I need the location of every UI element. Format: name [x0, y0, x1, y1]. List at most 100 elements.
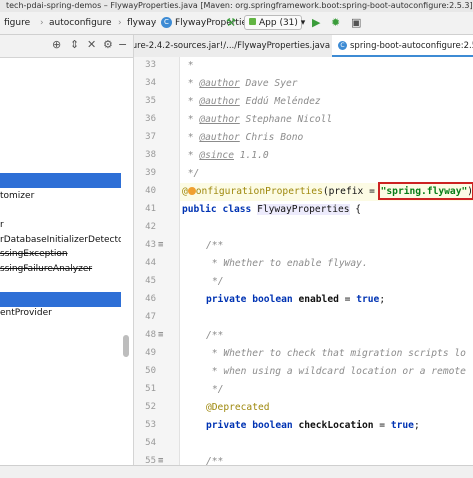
- tree-item-selected-2[interactable]: [0, 292, 121, 307]
- code-line-36: * @author Stephane Nicoll: [182, 111, 332, 129]
- code-line-40: @ onfigurationProperties(prefix = "spring…: [180, 182, 473, 201]
- warning-bulb-icon[interactable]: [187, 187, 196, 195]
- code-line-39: */: [182, 168, 200, 179]
- breadcrumb-module[interactable]: figure: [4, 12, 30, 34]
- editor-gutter: 33 34 35 36 37 38 39 40 41 42 43 ≡ 44 45…: [134, 57, 180, 466]
- doc-star: *: [182, 132, 200, 143]
- code-line-41: public class FlywayProperties {: [182, 201, 361, 219]
- author-name: Stephane Nicoll: [245, 114, 333, 125]
- annotation-name: onfigurationProperties: [195, 186, 323, 197]
- tree-item-missing-failure-analyzer[interactable]: ssingFailureAnalyzer: [0, 262, 121, 277]
- code-line-53: private boolean checkLocation = true;: [206, 420, 420, 431]
- line-number: 35: [145, 96, 156, 106]
- app-config-icon: [249, 18, 256, 25]
- collapse-all-icon[interactable]: ⇕: [70, 38, 79, 51]
- keyword-true: true: [356, 294, 380, 305]
- field-check-location: checkLocation: [298, 420, 374, 431]
- line-number: 41: [145, 204, 156, 214]
- code-line-51: */: [212, 384, 224, 395]
- line-number: 52: [145, 402, 156, 412]
- breadcrumb-separator: ›: [40, 18, 44, 28]
- tab-flyway-properties-sources[interactable]: igure-2.4.2-sources.jar!/.../FlywayPrope…: [134, 35, 341, 57]
- doc-star: *: [182, 78, 200, 89]
- line-number: 33: [145, 60, 156, 70]
- keyword-public: public: [182, 204, 217, 215]
- open-brace: {: [349, 204, 362, 215]
- build-hammer-icon[interactable]: ⚒: [226, 12, 236, 34]
- line-number: 39: [145, 168, 156, 178]
- window-title: tech-pdai-spring-demos – FlywayPropertie…: [6, 1, 473, 10]
- tab-spring-boot-autoconfigure[interactable]: Cspring-boot-autoconfigure:2.5.3: [332, 35, 473, 57]
- fold-marker-icon[interactable]: ≡: [158, 330, 163, 340]
- breadcrumb-flyway[interactable]: flyway: [127, 12, 156, 34]
- doc-star: *: [182, 114, 200, 125]
- keyword-boolean: boolean: [252, 420, 293, 431]
- settings-gear-icon[interactable]: ⚙: [103, 38, 113, 51]
- line-number: 48: [145, 330, 156, 340]
- locate-file-icon[interactable]: ⊕: [52, 38, 61, 51]
- class-icon: C: [161, 17, 172, 28]
- line-number: 47: [145, 312, 156, 322]
- tree-item-missing-exception[interactable]: ssingException: [0, 247, 121, 262]
- tree-item-selected[interactable]: [0, 173, 121, 188]
- expand-icon[interactable]: ✕: [87, 38, 96, 51]
- line-number: 42: [145, 222, 156, 232]
- class-name: FlywayProperties: [257, 204, 350, 215]
- tree-item-environment-provider[interactable]: entProvider: [0, 306, 121, 321]
- keyword-private: private: [206, 420, 247, 431]
- keyword-private: private: [206, 294, 247, 305]
- author-tag: @author: [199, 96, 240, 107]
- annotation-prefix: (prefix =: [322, 186, 381, 197]
- breadcrumb-class[interactable]: FlywayProperties: [175, 12, 252, 34]
- prefix-highlight-box: [378, 182, 473, 200]
- fold-marker-icon[interactable]: ≡: [158, 240, 163, 250]
- breadcrumb-separator: ›: [118, 18, 122, 28]
- run-configuration-label: App (31): [259, 18, 298, 28]
- code-line-34: * @author Dave Syer: [182, 75, 298, 93]
- line-number: 37: [145, 132, 156, 142]
- run-configuration-selector[interactable]: App (31) ▾: [244, 15, 305, 30]
- code-line-48: /**: [206, 330, 224, 341]
- line-number: 34: [145, 78, 156, 88]
- code-line-43: /**: [206, 240, 224, 251]
- since-value: 1.1.0: [239, 150, 269, 161]
- tab-label: spring-boot-autoconfigure:2.5.3: [350, 41, 473, 51]
- line-number: 51: [145, 384, 156, 394]
- since-tag: @since: [199, 150, 234, 161]
- line-number: 54: [145, 438, 156, 448]
- run-icon[interactable]: ▶: [312, 12, 320, 34]
- annotation-at: @: [182, 186, 188, 197]
- line-number: 38: [145, 150, 156, 160]
- code-line-55: /**: [206, 456, 224, 465]
- line-number: 36: [145, 114, 156, 124]
- tree-item-database-initializer-detector[interactable]: rDatabaseInitializerDetector: [0, 233, 121, 248]
- status-bar: [0, 465, 473, 478]
- tree-item-customizer[interactable]: tomizer: [0, 189, 121, 204]
- keyword-boolean: boolean: [252, 294, 293, 305]
- author-name: Chris Bono: [245, 132, 304, 143]
- hide-panel-icon[interactable]: −: [118, 38, 127, 51]
- breadcrumb-separator: ›: [153, 18, 157, 28]
- line-number: 53: [145, 420, 156, 430]
- author-tag: @author: [199, 132, 240, 143]
- project-sidebar: ⊕ ⇕ ✕ ⚙ − tomizer r rDatabaseInitializer…: [0, 35, 134, 465]
- code-line-46: private boolean enabled = true;: [206, 294, 386, 305]
- line-number: 40: [145, 186, 156, 196]
- sidebar-scrollbar[interactable]: [123, 335, 129, 357]
- code-line-35: * @author Eddú Meléndez: [182, 93, 321, 111]
- code-line-49: * Whether to check that migration script…: [206, 348, 466, 359]
- tab-label: igure-2.4.2-sources.jar!/.../FlywayPrope…: [134, 41, 331, 51]
- doc-star: *: [182, 96, 200, 107]
- tree-item-r[interactable]: r: [0, 218, 121, 233]
- doc-star: *: [182, 150, 200, 161]
- coverage-icon[interactable]: ▣: [351, 12, 361, 34]
- debug-icon[interactable]: ✹: [331, 12, 340, 34]
- author-tag: @author: [199, 78, 240, 89]
- code-line-38: * @since 1.1.0: [182, 147, 269, 165]
- line-number: 44: [145, 258, 156, 268]
- code-line-33: *: [182, 60, 194, 71]
- code-editor[interactable]: * * @author Dave Syer * @author Eddú Mel…: [180, 57, 473, 465]
- breadcrumb-autoconfigure[interactable]: autoconfigure: [49, 12, 112, 34]
- code-line-45: */: [212, 276, 224, 287]
- author-name: Dave Syer: [245, 78, 298, 89]
